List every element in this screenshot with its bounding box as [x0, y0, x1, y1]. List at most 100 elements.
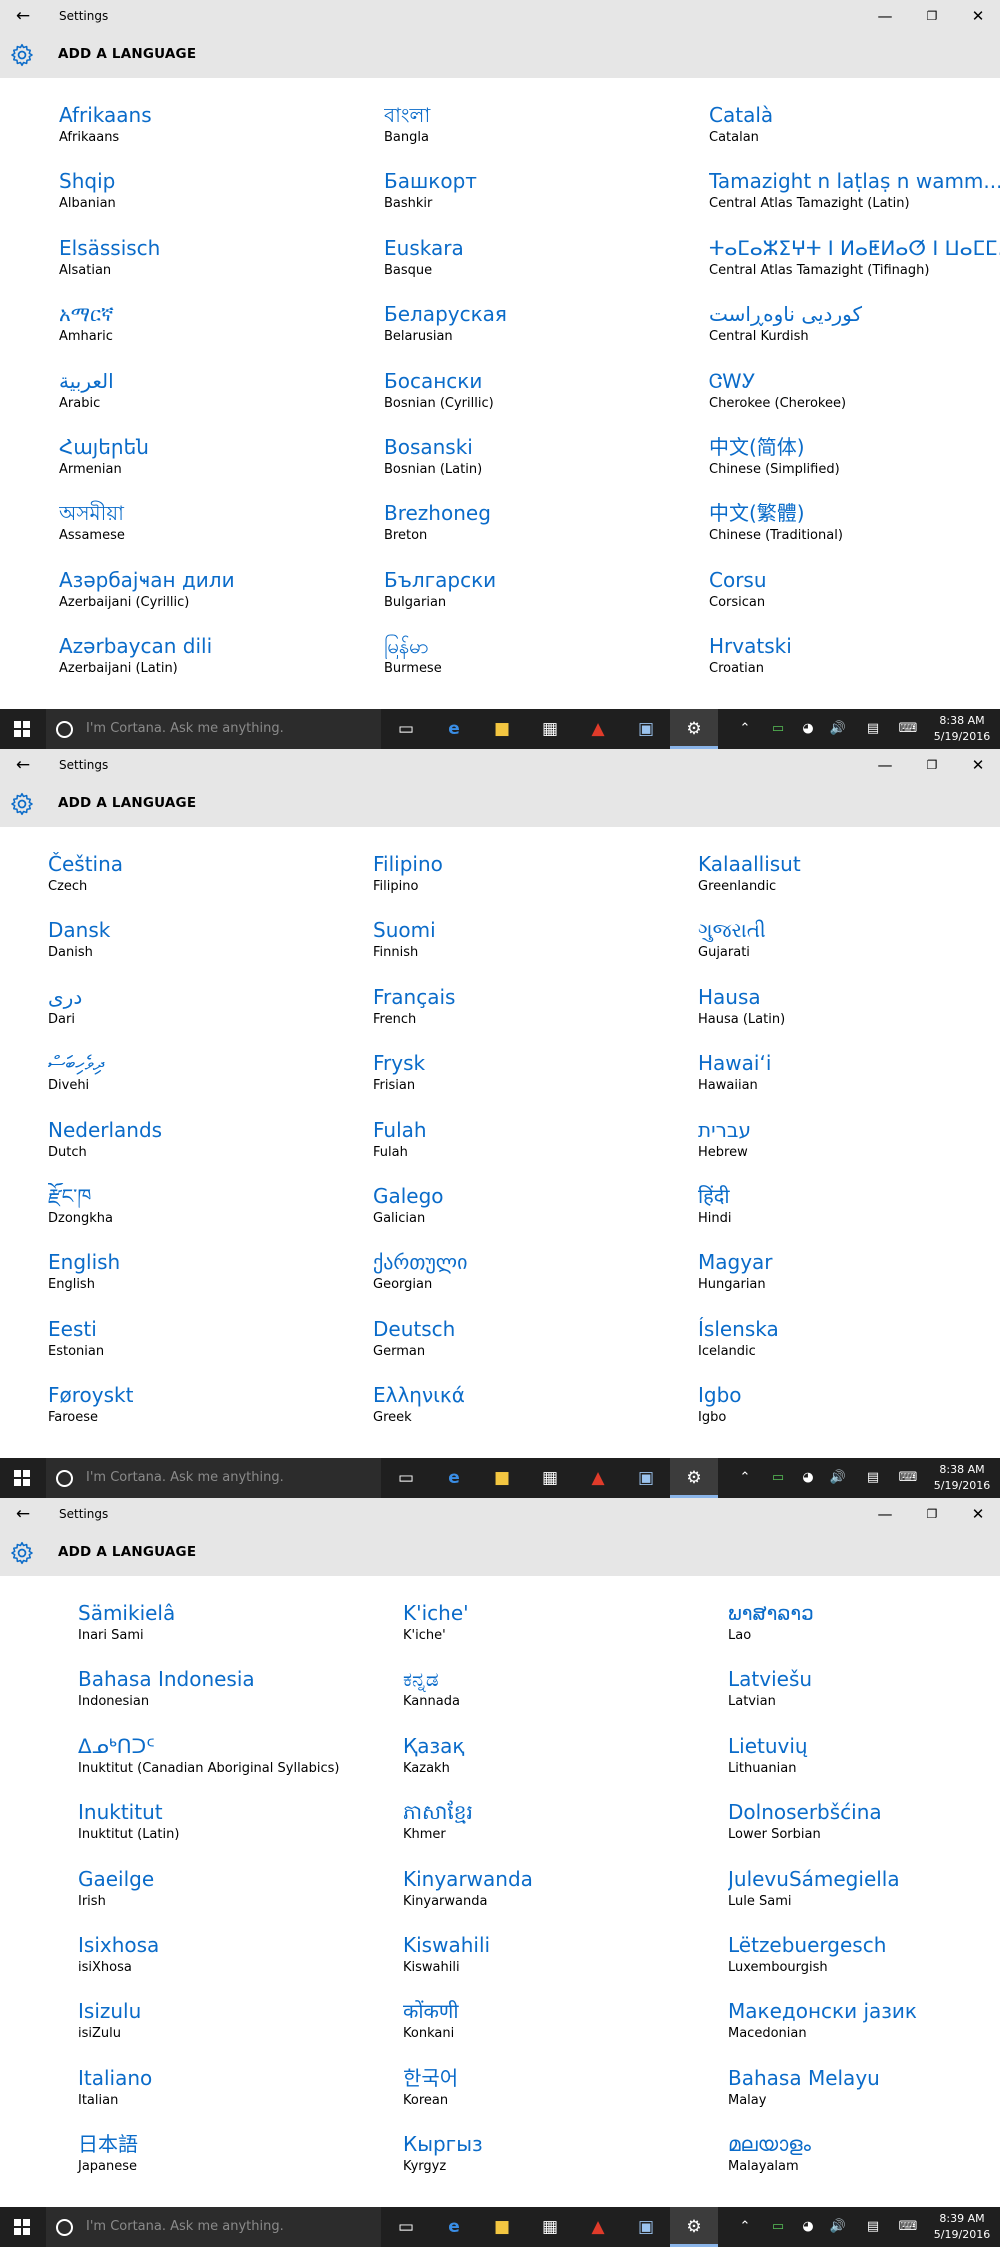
- language-item[interactable]: العربية Arabic: [59, 368, 369, 413]
- language-item[interactable]: Азәрбајҹан дили Azerbaijani (Cyrillic): [59, 567, 369, 612]
- language-item[interactable]: Български Bulgarian: [384, 567, 694, 612]
- language-item[interactable]: Dansk Danish: [48, 917, 358, 962]
- action-center-icon[interactable]: ▤: [860, 1458, 886, 1498]
- language-item[interactable]: Shqip Albanian: [59, 168, 369, 213]
- taskbar-clock[interactable]: 8:38 AM 5/19/2016: [932, 1462, 992, 1494]
- edge-browser-icon[interactable]: e: [430, 709, 478, 749]
- keyboard-icon[interactable]: ⌨: [894, 2207, 922, 2247]
- edge-browser-icon[interactable]: e: [430, 2207, 478, 2247]
- language-item[interactable]: Eesti Estonian: [48, 1316, 358, 1361]
- language-item[interactable]: မြန်မာ Burmese: [384, 633, 694, 678]
- restore-button[interactable]: ❐: [909, 0, 955, 33]
- acrobat-icon[interactable]: ▲: [574, 1458, 622, 1498]
- acrobat-icon[interactable]: ▲: [574, 2207, 622, 2247]
- language-item[interactable]: Bahasa Indonesia Indonesian: [78, 1666, 388, 1711]
- language-item[interactable]: कोंकणी Konkani: [403, 1998, 713, 2043]
- language-item[interactable]: ⵜⴰⵎⴰⵣⵉⵖⵜ ⵏ ⵍⴰⵟⵍⴰⵚ ⵏ ⵡⴰⵎⵎⴰⵙ Central Atlas …: [709, 235, 1000, 280]
- task-view-icon[interactable]: ▭: [382, 709, 430, 749]
- language-item[interactable]: Dolnoserbšćina Lower Sorbian: [728, 1799, 1000, 1844]
- language-item[interactable]: Igbo Igbo: [698, 1382, 1000, 1427]
- store-icon[interactable]: ▦: [526, 2207, 574, 2247]
- back-arrow-icon[interactable]: ←: [10, 4, 36, 28]
- language-item[interactable]: ગુજરાતી Gujarati: [698, 917, 1000, 962]
- taskbar-clock[interactable]: 8:38 AM 5/19/2016: [932, 713, 992, 745]
- language-item[interactable]: 中文(简体) Chinese (Simplified): [709, 434, 1000, 479]
- language-item[interactable]: Kiswahili Kiswahili: [403, 1932, 713, 1977]
- language-item[interactable]: മലയാളം Malayalam: [728, 2131, 1000, 2176]
- file-explorer-icon[interactable]: ■: [478, 2207, 526, 2247]
- language-item[interactable]: Hrvatski Croatian: [709, 633, 1000, 678]
- language-item[interactable]: Sämikielâ Inari Sami: [78, 1600, 388, 1645]
- settings-taskbar-icon[interactable]: ⚙: [670, 709, 718, 749]
- wifi-icon[interactable]: ◕: [796, 709, 820, 749]
- language-item[interactable]: Bahasa Melayu Malay: [728, 2065, 1000, 2110]
- app-window-icon[interactable]: ▣: [622, 2207, 670, 2247]
- language-item[interactable]: Lëtzebuergesch Luxembourgish: [728, 1932, 1000, 1977]
- chevron-up-icon[interactable]: ⌃: [734, 2207, 756, 2247]
- language-item[interactable]: Bosanski Bosnian (Latin): [384, 434, 694, 479]
- language-item[interactable]: Ελληνικά Greek: [373, 1382, 683, 1427]
- app-window-icon[interactable]: ▣: [622, 709, 670, 749]
- file-explorer-icon[interactable]: ■: [478, 709, 526, 749]
- language-item[interactable]: 한국어 Korean: [403, 2065, 713, 2110]
- language-item[interactable]: Kalaallisut Greenlandic: [698, 851, 1000, 896]
- language-item[interactable]: ᐃᓄᒃᑎᑐᑦ Inuktitut (Canadian Aboriginal Syl…: [78, 1733, 388, 1778]
- action-center-icon[interactable]: ▤: [860, 709, 886, 749]
- language-item[interactable]: Filipino Filipino: [373, 851, 683, 896]
- language-item[interactable]: Čeština Czech: [48, 851, 358, 896]
- back-arrow-icon[interactable]: ←: [10, 1502, 36, 1526]
- language-item[interactable]: Беларуская Belarusian: [384, 301, 694, 346]
- volume-icon[interactable]: 🔊: [826, 1458, 850, 1498]
- app-window-icon[interactable]: ▣: [622, 1458, 670, 1498]
- keyboard-icon[interactable]: ⌨: [894, 709, 922, 749]
- language-item[interactable]: Inuktitut Inuktitut (Latin): [78, 1799, 388, 1844]
- battery-icon[interactable]: ▭: [766, 2207, 790, 2247]
- language-item[interactable]: ພາສາລາວ Lao: [728, 1600, 1000, 1645]
- language-item[interactable]: Íslenska Icelandic: [698, 1316, 1000, 1361]
- chevron-up-icon[interactable]: ⌃: [734, 1458, 756, 1498]
- windows-start-icon[interactable]: [14, 2219, 31, 2236]
- language-item[interactable]: অসমীয়া Assamese: [59, 500, 369, 545]
- language-item[interactable]: Հայերեն Armenian: [59, 434, 369, 479]
- wifi-icon[interactable]: ◕: [796, 1458, 820, 1498]
- language-item[interactable]: Galego Galician: [373, 1183, 683, 1228]
- language-item[interactable]: دری Dari: [48, 984, 358, 1029]
- language-item[interactable]: Gaeilge Irish: [78, 1866, 388, 1911]
- language-item[interactable]: Català Catalan: [709, 102, 1000, 147]
- windows-start-icon[interactable]: [14, 1470, 31, 1487]
- language-item[interactable]: Hawaiʻi Hawaiian: [698, 1050, 1000, 1095]
- cortana-search-box[interactable]: I'm Cortana. Ask me anything.: [46, 1458, 381, 1498]
- language-item[interactable]: Hausa Hausa (Latin): [698, 984, 1000, 1029]
- restore-button[interactable]: ❐: [909, 749, 955, 782]
- store-icon[interactable]: ▦: [526, 1458, 574, 1498]
- language-item[interactable]: Кыргыз Kyrgyz: [403, 2131, 713, 2176]
- language-item[interactable]: Fulah Fulah: [373, 1117, 683, 1162]
- task-view-icon[interactable]: ▭: [382, 2207, 430, 2247]
- language-item[interactable]: ಕನ್ನಡ Kannada: [403, 1666, 713, 1711]
- settings-taskbar-icon[interactable]: ⚙: [670, 1458, 718, 1498]
- minimize-button[interactable]: —: [862, 1498, 908, 1531]
- language-item[interactable]: Nederlands Dutch: [48, 1117, 358, 1162]
- edge-browser-icon[interactable]: e: [430, 1458, 478, 1498]
- language-item[interactable]: Italiano Italian: [78, 2065, 388, 2110]
- minimize-button[interactable]: —: [862, 749, 908, 782]
- language-item[interactable]: 日本語 Japanese: [78, 2131, 388, 2176]
- language-item[interactable]: Tamazight n laṭlaṣ n wamm... Central Atla…: [709, 168, 1000, 213]
- minimize-button[interactable]: —: [862, 0, 908, 33]
- language-item[interactable]: K'iche' K'iche': [403, 1600, 713, 1645]
- language-item[interactable]: Elsässisch Alsatian: [59, 235, 369, 280]
- language-item[interactable]: Босански Bosnian (Cyrillic): [384, 368, 694, 413]
- cortana-search-box[interactable]: I'm Cortana. Ask me anything.: [46, 2207, 381, 2247]
- language-item[interactable]: Azərbaycan dili Azerbaijani (Latin): [59, 633, 369, 678]
- volume-icon[interactable]: 🔊: [826, 709, 850, 749]
- language-item[interactable]: Македонски јазик Macedonian: [728, 1998, 1000, 2043]
- language-item[interactable]: Corsu Corsican: [709, 567, 1000, 612]
- language-item[interactable]: Қазақ Kazakh: [403, 1733, 713, 1778]
- task-view-icon[interactable]: ▭: [382, 1458, 430, 1498]
- cortana-search-box[interactable]: I'm Cortana. Ask me anything.: [46, 709, 381, 749]
- language-item[interactable]: Lietuvių Lithuanian: [728, 1733, 1000, 1778]
- language-item[interactable]: עברית Hebrew: [698, 1117, 1000, 1162]
- settings-taskbar-icon[interactable]: ⚙: [670, 2207, 718, 2247]
- acrobat-icon[interactable]: ▲: [574, 709, 622, 749]
- language-item[interactable]: Brezhoneg Breton: [384, 500, 694, 545]
